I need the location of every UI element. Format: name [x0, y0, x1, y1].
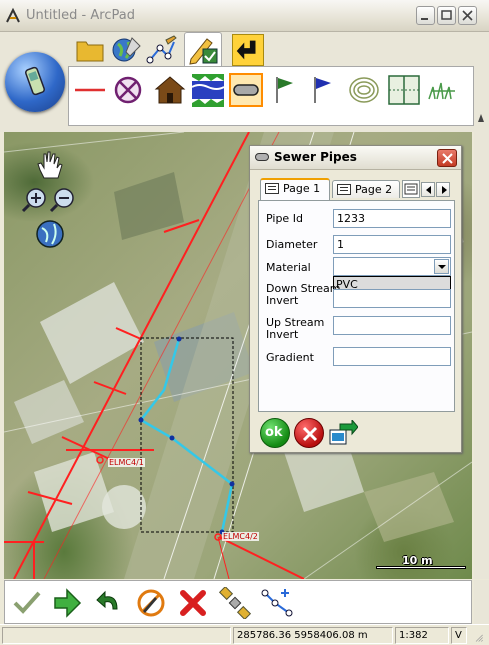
ok-button[interactable]: ok — [260, 418, 290, 448]
manhole-label-2: ELMC4/2 — [222, 532, 259, 541]
close-icon — [442, 153, 453, 164]
sewer-pipes-dialog: Sewer Pipes Page 1 Page 2 Pipe Id 1233 D… — [249, 145, 462, 453]
list-icon — [404, 183, 418, 195]
cancel-sketch-icon[interactable] — [135, 587, 167, 619]
material-dropdown-button[interactable] — [434, 259, 449, 274]
status-coordinates: 285786.36 5958406.08 m — [233, 627, 393, 644]
chevron-down-icon — [438, 265, 446, 269]
window-title: Untitled - ArcPad — [26, 8, 135, 23]
bottom-toolbar — [4, 580, 472, 624]
down-stream-invert-label: Down Stream Invert — [266, 283, 340, 307]
down-stream-invert-field[interactable] — [333, 289, 451, 308]
dialog-tabs: Page 1 Page 2 — [258, 178, 458, 200]
edit-vertices-icon[interactable] — [146, 34, 178, 66]
full-extent-globe-icon[interactable] — [36, 220, 64, 248]
manhole-label-1: ELMC4/1 — [108, 458, 145, 467]
vertices-edit-icon[interactable] — [261, 587, 293, 619]
diameter-field[interactable] — [333, 235, 451, 254]
pan-hand-icon[interactable] — [37, 151, 63, 179]
main-toolbar — [0, 32, 489, 132]
contours-icon[interactable] — [347, 73, 381, 107]
zoom-out-icon[interactable] — [49, 188, 74, 213]
form-page-icon — [265, 183, 279, 194]
maximize-button[interactable] — [437, 6, 456, 25]
pipe-icon — [233, 84, 259, 96]
status-flag: V — [451, 627, 467, 644]
green-flag-icon[interactable] — [269, 73, 303, 107]
map-right-edge — [474, 132, 489, 579]
close-icon — [462, 10, 473, 21]
ok-label: ok — [265, 425, 283, 440]
line-tool-icon[interactable] — [73, 73, 107, 107]
form-page-icon — [337, 184, 351, 195]
grid-panel-icon[interactable] — [387, 73, 421, 107]
building-icon[interactable] — [153, 73, 187, 107]
editing-tool-panel — [68, 66, 474, 126]
status-scale[interactable]: 1:382 — [395, 627, 449, 644]
tab-page-2[interactable]: Page 2 — [332, 180, 400, 198]
cancel-button[interactable] — [294, 418, 324, 448]
close-window-button[interactable] — [458, 6, 477, 25]
tab-scroll-right-button[interactable] — [436, 182, 450, 197]
pipe-icon — [255, 153, 269, 161]
delete-x-icon[interactable] — [177, 587, 209, 619]
cancel-x-icon — [302, 426, 318, 442]
map-layers-icon[interactable] — [110, 34, 142, 66]
zoom-in-icon[interactable] — [21, 188, 46, 213]
check-icon[interactable] — [11, 587, 43, 619]
status-message — [2, 627, 231, 644]
tab-label: Page 1 — [283, 182, 321, 195]
material-label: Material — [266, 261, 311, 274]
minimize-button[interactable] — [416, 6, 435, 25]
up-stream-invert-field[interactable] — [333, 316, 451, 335]
label-line: Invert — [266, 328, 299, 341]
goto-feature-icon[interactable] — [328, 420, 358, 448]
undo-icon[interactable] — [93, 587, 125, 619]
grass-icon[interactable] — [425, 73, 459, 107]
scale-line — [376, 566, 466, 569]
chevron-left-icon — [426, 186, 431, 194]
status-bar: 285786.36 5958406.08 m 1:382 V — [0, 624, 489, 645]
label-line: Invert — [266, 294, 299, 307]
folder-icon[interactable] — [74, 34, 106, 66]
tab-page-1[interactable]: Page 1 — [260, 178, 330, 200]
tab-scroll-left-button[interactable] — [421, 182, 435, 197]
dialog-title-bar: Sewer Pipes — [250, 146, 461, 170]
tab-label: Page 2 — [355, 183, 393, 196]
pencil-check-icon — [189, 38, 218, 65]
gps-device-icon — [25, 66, 45, 96]
scale-bar: 10 m — [376, 554, 466, 569]
gradient-field[interactable] — [333, 347, 451, 366]
bottom-toolbar-edge — [474, 580, 489, 624]
target-circle-icon[interactable] — [111, 73, 145, 107]
arcpad-menu-button[interactable] — [5, 52, 65, 112]
map-navigation-tools — [20, 148, 80, 258]
material-select[interactable] — [333, 257, 451, 276]
minimize-icon — [421, 18, 428, 20]
dialog-page-1: Pipe Id Diameter Material PVC Down Strea… — [258, 200, 455, 412]
forward-arrow-icon[interactable] — [51, 587, 83, 619]
blue-flag-icon[interactable] — [307, 73, 341, 107]
up-stream-invert-label: Up Stream Invert — [266, 317, 324, 341]
back-arrow-icon[interactable] — [232, 34, 264, 66]
toolbar-scroll-icon[interactable] — [476, 90, 486, 130]
river-icon[interactable] — [191, 73, 225, 107]
dialog-title: Sewer Pipes — [274, 150, 357, 164]
diameter-label: Diameter — [266, 238, 318, 251]
satellite-gps-icon[interactable] — [219, 587, 251, 619]
pipe-tool-button[interactable] — [229, 73, 263, 107]
maximize-icon — [441, 10, 452, 20]
tab-list-button[interactable] — [402, 180, 420, 198]
title-bar: Untitled - ArcPad — [0, 0, 489, 32]
dialog-close-button[interactable] — [437, 149, 457, 167]
resize-grip-icon[interactable] — [469, 627, 487, 644]
gradient-label: Gradient — [266, 351, 314, 364]
pipe-id-field[interactable] — [333, 209, 451, 228]
pipe-id-label: Pipe Id — [266, 212, 303, 225]
dialog-button-row: ok — [258, 416, 458, 448]
arcpad-app-icon — [6, 7, 20, 23]
tab-editing[interactable] — [184, 32, 222, 68]
chevron-right-icon — [442, 186, 447, 194]
